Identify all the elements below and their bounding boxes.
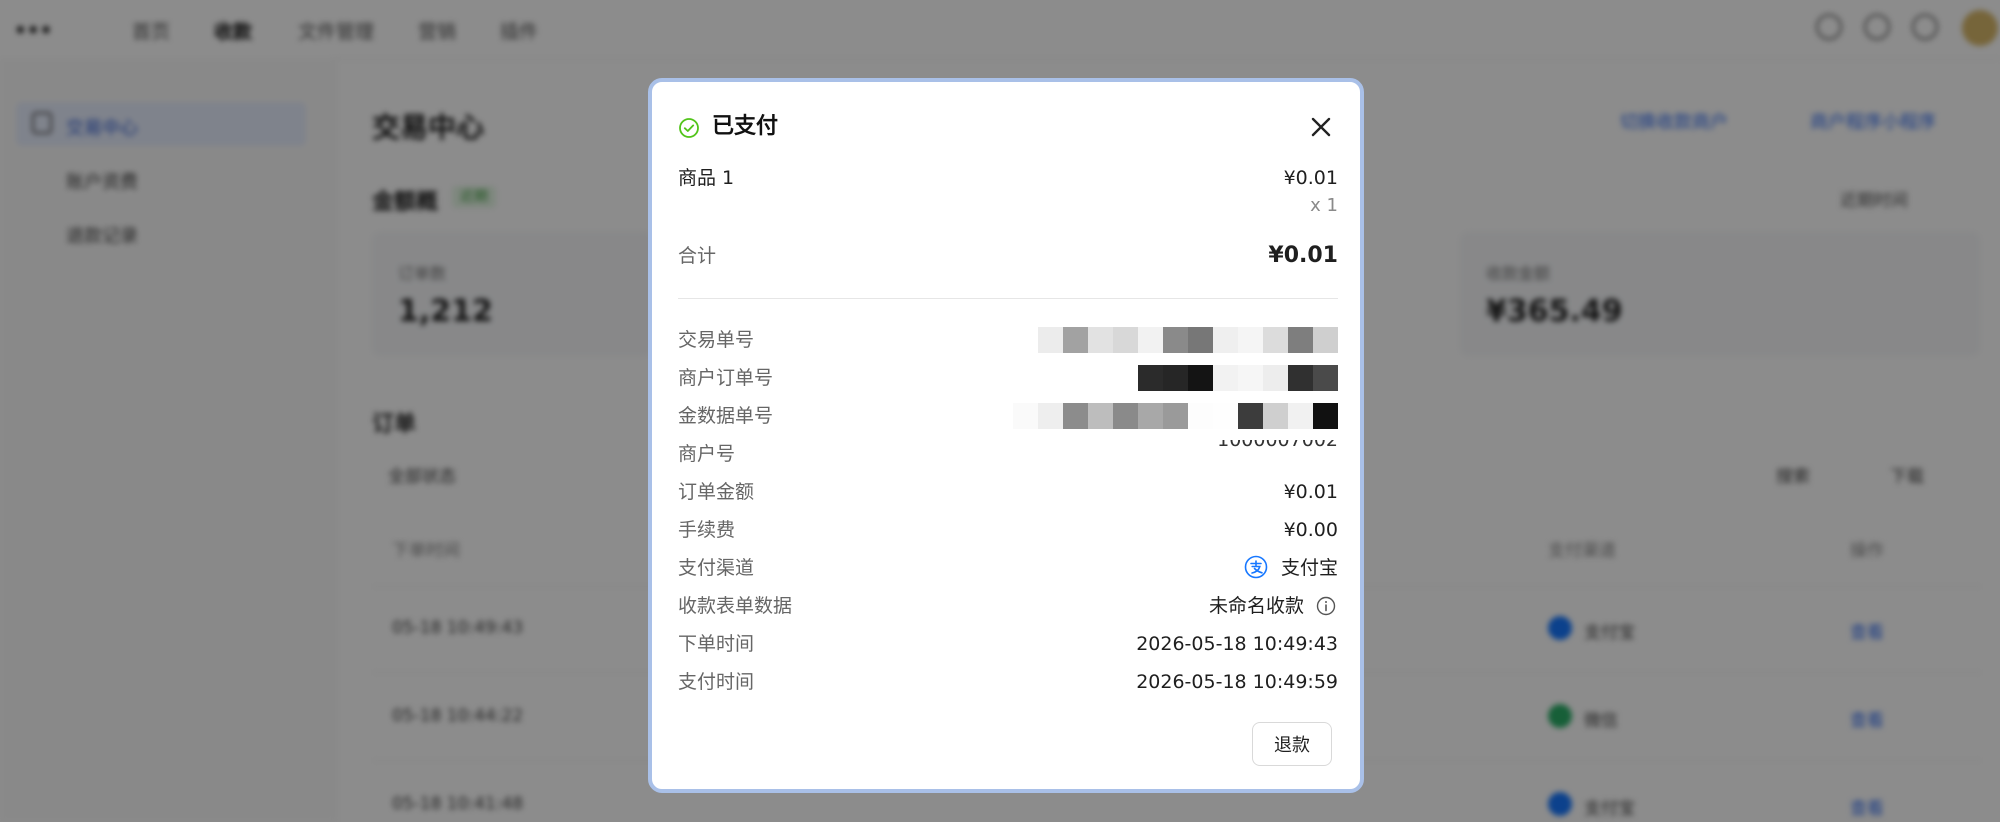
check-circle-icon xyxy=(679,118,699,138)
fee-label: 手续费 xyxy=(678,519,736,541)
total-line: 合计 ¥0.01 xyxy=(678,242,1338,270)
trade-no-label: 交易单号 xyxy=(678,329,755,351)
merchant-order-row: 商户订单号 xyxy=(678,364,1338,392)
order-amount-value: ¥0.01 xyxy=(1283,481,1338,503)
modal-title: 已支付 xyxy=(712,114,779,139)
form-data-row: 收款表单数据 未命名收款 xyxy=(678,592,1338,620)
merchant-id-value: 1000007002 xyxy=(1217,440,1338,454)
merchant-id-text: 1000007002 xyxy=(1217,440,1338,451)
fee-value: ¥0.00 xyxy=(1283,519,1338,541)
refund-button[interactable]: 退款 xyxy=(1252,722,1332,766)
total-label: 合计 xyxy=(678,245,717,267)
paid-time-value: 2026-05-18 10:49:59 xyxy=(1136,671,1338,693)
created-time-value: 2026-05-18 10:49:43 xyxy=(1136,633,1338,655)
redacted-data-no xyxy=(1013,403,1338,429)
order-amount-row: 订单金额 ¥0.01 xyxy=(678,478,1338,506)
channel-row: 支付渠道 支付宝 xyxy=(678,554,1338,582)
info-icon[interactable] xyxy=(1316,596,1336,616)
form-data-label: 收款表单数据 xyxy=(678,595,793,617)
payment-detail-modal: 已支付 商品 1 ¥0.01 x 1 合计 ¥0.01 交易单号 商户订单号 金… xyxy=(648,78,1364,793)
fee-row: 手续费 ¥0.00 xyxy=(678,516,1338,544)
product-line: 商品 1 ¥0.01 x 1 xyxy=(678,164,1338,222)
paid-time-row: 支付时间 2026-05-18 10:49:59 xyxy=(678,668,1338,696)
channel-value: 支付宝 xyxy=(1280,557,1338,579)
created-time-row: 下单时间 2026-05-18 10:49:43 xyxy=(678,630,1338,658)
form-data-value[interactable]: 未命名收款 xyxy=(1209,592,1304,620)
redacted-merchant-order xyxy=(1138,365,1338,391)
merchant-id-label: 商户号 xyxy=(678,443,736,465)
channel-label: 支付渠道 xyxy=(678,557,755,579)
section-divider xyxy=(678,298,1338,299)
redacted-trade-no xyxy=(1038,327,1338,353)
total-value: ¥0.01 xyxy=(1268,243,1338,268)
close-icon[interactable] xyxy=(1308,114,1334,140)
order-amount-label: 订单金额 xyxy=(678,481,755,503)
data-no-row: 金数据单号 xyxy=(678,402,1338,430)
product-name: 商品 1 xyxy=(678,167,735,189)
trade-no-row: 交易单号 xyxy=(678,326,1338,354)
data-no-label: 金数据单号 xyxy=(678,405,774,427)
merchant-id-row: 商户号 1000007002 xyxy=(678,440,1338,468)
product-quantity: x 1 xyxy=(1310,195,1338,216)
alipay-icon xyxy=(1244,555,1268,579)
product-price: ¥0.01 xyxy=(1283,167,1338,189)
merchant-order-label: 商户订单号 xyxy=(678,367,774,389)
paid-time-label: 支付时间 xyxy=(678,671,755,693)
created-time-label: 下单时间 xyxy=(678,633,755,655)
